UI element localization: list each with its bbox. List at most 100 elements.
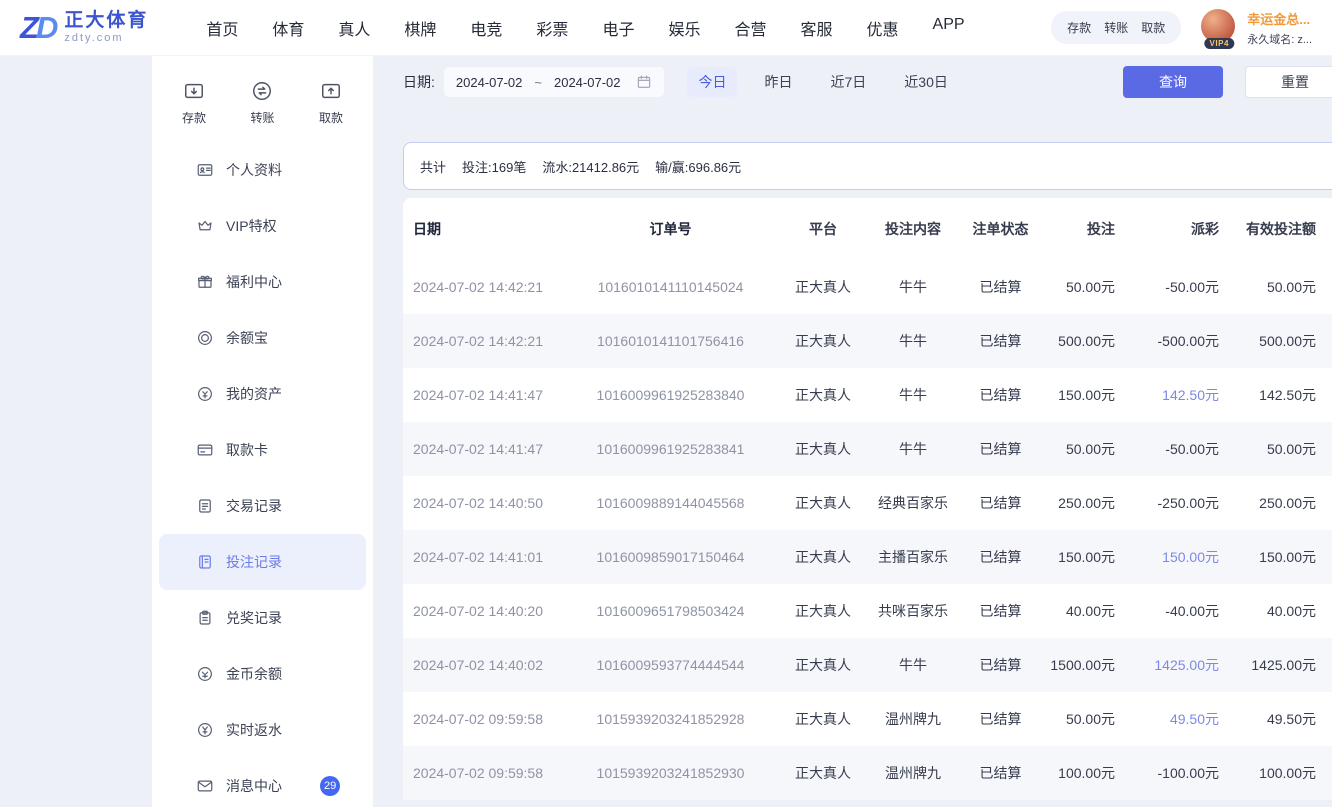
records-icon: [196, 497, 214, 515]
quick-action-deposit[interactable]: 存款: [182, 80, 206, 126]
cell-valid: 100.00元: [1243, 763, 1332, 783]
cell-date: 2024-07-02 09:59:58: [403, 765, 563, 781]
deposit-icon: [183, 80, 205, 102]
sidebar-item-label: 兑奖记录: [226, 608, 282, 628]
redeem-icon: [196, 609, 214, 627]
sidebar-quick-actions: 存款转账取款: [152, 56, 373, 126]
nav-item-4[interactable]: 棋牌: [404, 16, 436, 40]
wallet-link-2[interactable]: 转账: [1104, 19, 1128, 36]
card-icon: [196, 441, 214, 459]
cell-payout: -50.00元: [1133, 439, 1243, 459]
cell-valid: 40.00元: [1243, 601, 1332, 621]
sidebar-item-label: 金币余额: [226, 664, 282, 684]
cell-bet: 50.00元: [1043, 277, 1133, 297]
assets-icon: [196, 385, 214, 403]
nav-item-1[interactable]: 首页: [206, 16, 238, 40]
cell-valid: 50.00元: [1243, 439, 1332, 459]
goldcoin-icon: [196, 665, 214, 683]
date-label: 日期:: [403, 72, 435, 92]
nav-item-9[interactable]: 合营: [734, 16, 766, 40]
cell-content: 牛牛: [868, 439, 958, 459]
nav-item-8[interactable]: 娱乐: [668, 16, 700, 40]
sidebar-item-3[interactable]: 福利中心: [159, 254, 366, 310]
cell-bet: 150.00元: [1043, 385, 1133, 405]
quick-action-transfer[interactable]: 转账: [250, 80, 274, 126]
table-row: 2024-07-02 14:40:501016009889144045568正大…: [403, 476, 1332, 530]
range-3[interactable]: 近7日: [819, 67, 877, 97]
table-row: 2024-07-02 14:42:211016010141110145024正大…: [403, 260, 1332, 314]
cell-bet: 100.00元: [1043, 763, 1133, 783]
table-row: 2024-07-02 14:41:011016009859017150464正大…: [403, 530, 1332, 584]
sidebar-item-8[interactable]: 投注记录: [159, 534, 366, 590]
brand-logo[interactable]: ZD 正大体育 zdty.com: [20, 10, 148, 44]
sidebar-item-10[interactable]: 金币余额: [159, 646, 366, 702]
betrecords-icon: [196, 553, 214, 571]
sidebar-item-label: 取款卡: [226, 440, 268, 460]
nav-item-7[interactable]: 电子: [602, 16, 634, 40]
col-date-header: 日期: [403, 219, 563, 239]
brand-domain: zdty.com: [64, 32, 148, 45]
range-4[interactable]: 近30日: [893, 67, 959, 97]
table-row: 2024-07-02 09:59:581015939203241852930正大…: [403, 746, 1332, 800]
cell-order-no: 1016010141101756416: [563, 333, 778, 349]
cell-date: 2024-07-02 09:59:58: [403, 711, 563, 727]
nav-item-12[interactable]: APP: [933, 16, 965, 40]
sidebar-item-11[interactable]: 实时返水: [159, 702, 366, 758]
sidebar-item-label: 福利中心: [226, 272, 282, 292]
reset-button[interactable]: 重置: [1245, 66, 1332, 98]
sidebar: 存款转账取款 个人资料VIP特权福利中心余额宝我的资产取款卡交易记录投注记录兑奖…: [152, 56, 373, 807]
sidebar-item-6[interactable]: 取款卡: [159, 422, 366, 478]
cell-payout: -250.00元: [1133, 493, 1243, 513]
sidebar-item-label: 消息中心: [226, 776, 282, 796]
sidebar-item-label: 交易记录: [226, 496, 282, 516]
transfer-icon: [251, 80, 273, 102]
cell-status: 已结算: [958, 277, 1043, 297]
nav-item-10[interactable]: 客服: [800, 16, 832, 40]
user-box[interactable]: VIP4 幸运金总... 永久域名: z...: [1201, 9, 1312, 47]
sidebar-item-12[interactable]: 消息中心29: [159, 758, 366, 807]
cell-payout: -40.00元: [1133, 601, 1243, 621]
quick-action-withdraw[interactable]: 取款: [319, 80, 343, 126]
wallet-quick-links: 存款转账取款: [1051, 11, 1181, 44]
sidebar-item-9[interactable]: 兑奖记录: [159, 590, 366, 646]
date-range-picker[interactable]: 2024-07-02 ~ 2024-07-02: [443, 66, 666, 98]
sidebar-item-label: 投注记录: [226, 552, 282, 572]
cell-valid: 1425.00元: [1243, 655, 1332, 675]
wallet-link-1[interactable]: 存款: [1067, 19, 1091, 36]
table-header: 日期订单号平台投注内容注单状态投注派彩有效投注额: [403, 198, 1332, 260]
cell-order-no: 1015939203241852928: [563, 711, 778, 727]
main-content: 日期: 2024-07-02 ~ 2024-07-02 今日昨日近7日近30日 …: [388, 56, 1332, 807]
sidebar-item-2[interactable]: VIP特权: [159, 198, 366, 254]
vip-badge: VIP4: [1205, 38, 1234, 49]
wallet-link-3[interactable]: 取款: [1141, 19, 1165, 36]
sidebar-item-4[interactable]: 余额宝: [159, 310, 366, 366]
sidebar-item-1[interactable]: 个人资料: [159, 142, 366, 198]
range-1[interactable]: 今日: [687, 67, 737, 97]
cell-payout: 142.50元: [1133, 385, 1243, 405]
calendar-icon[interactable]: [636, 74, 652, 90]
range-2[interactable]: 昨日: [753, 67, 803, 97]
col-bet-content-header: 投注内容: [868, 219, 958, 239]
nav-item-3[interactable]: 真人: [338, 16, 370, 40]
bet-records-table: 日期订单号平台投注内容注单状态投注派彩有效投注额 2024-07-02 14:4…: [403, 198, 1332, 800]
sidebar-item-7[interactable]: 交易记录: [159, 478, 366, 534]
sidebar-item-5[interactable]: 我的资产: [159, 366, 366, 422]
nav-item-5[interactable]: 电竞: [470, 16, 502, 40]
nav-item-2[interactable]: 体育: [272, 16, 304, 40]
col-platform-header: 平台: [778, 219, 868, 239]
summary-bets: 投注:169笔: [462, 157, 526, 176]
table-row: 2024-07-02 09:59:581015939203241852928正大…: [403, 692, 1332, 746]
search-button[interactable]: 查询: [1123, 66, 1223, 98]
nav-item-6[interactable]: 彩票: [536, 16, 568, 40]
date-start[interactable]: 2024-07-02: [456, 75, 523, 90]
cell-platform: 正大真人: [778, 385, 868, 405]
brand-name: 正大体育: [64, 10, 148, 32]
nav-item-11[interactable]: 优惠: [867, 16, 899, 40]
cell-payout: -50.00元: [1133, 277, 1243, 297]
cell-valid: 142.50元: [1243, 385, 1332, 405]
cell-content: 牛牛: [868, 655, 958, 675]
date-end[interactable]: 2024-07-02: [554, 75, 621, 90]
cell-order-no: 1016009889144045568: [563, 495, 778, 511]
cell-platform: 正大真人: [778, 493, 868, 513]
cell-platform: 正大真人: [778, 655, 868, 675]
